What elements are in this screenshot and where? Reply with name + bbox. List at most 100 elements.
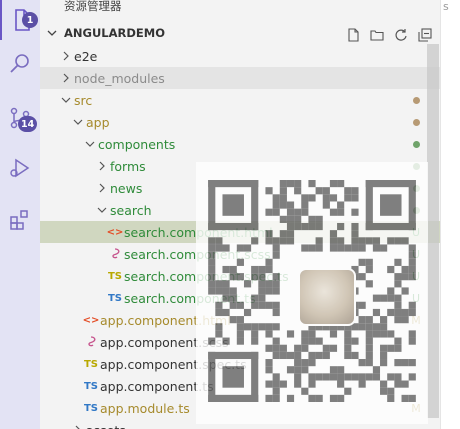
qr-module xyxy=(301,366,309,374)
qr-module xyxy=(365,330,373,338)
qr-module xyxy=(365,258,373,266)
qr-module xyxy=(394,280,402,288)
qr-module xyxy=(279,230,287,238)
tree-item-label: components xyxy=(98,136,176,152)
explorer-activity-button[interactable]: 1 xyxy=(0,0,42,40)
qr-module xyxy=(344,351,352,360)
qr-module xyxy=(243,280,252,288)
qr-module xyxy=(294,222,302,231)
qr-module xyxy=(408,337,416,345)
git-status-dot xyxy=(410,138,422,151)
qr-module xyxy=(344,373,352,381)
qr-module xyxy=(222,308,230,317)
qr-module xyxy=(322,351,330,360)
qr-module xyxy=(337,237,345,245)
tree-folder-row[interactable]: app xyxy=(40,111,440,133)
chevron-down-icon xyxy=(94,205,110,215)
search-activity-button[interactable] xyxy=(0,44,40,84)
qr-module xyxy=(208,280,216,288)
qr-module xyxy=(265,287,273,295)
qr-module xyxy=(286,222,295,231)
qr-module xyxy=(272,237,280,245)
qr-module xyxy=(394,337,402,345)
qr-module xyxy=(351,337,359,345)
search-icon xyxy=(8,52,32,76)
qr-module xyxy=(387,344,395,352)
qr-module xyxy=(380,380,388,388)
qr-module xyxy=(272,387,280,395)
refresh-button[interactable] xyxy=(392,26,410,44)
qr-module xyxy=(358,373,366,381)
qr-module xyxy=(229,273,237,281)
qr-module xyxy=(301,194,309,202)
collapse-all-button[interactable] xyxy=(416,26,434,44)
qr-module xyxy=(294,344,302,352)
qr-module xyxy=(279,194,287,202)
qr-module xyxy=(258,287,266,295)
sidebar-scrollbar[interactable] xyxy=(427,44,439,418)
qr-module xyxy=(329,230,338,238)
qr-module xyxy=(208,222,259,231)
qr-module xyxy=(308,180,316,188)
qr-module xyxy=(301,201,309,209)
qr-module xyxy=(294,208,302,216)
qr-module xyxy=(215,330,223,338)
qr-module xyxy=(315,237,323,245)
qr-module xyxy=(344,187,352,195)
qr-module xyxy=(286,351,295,360)
qr-module xyxy=(272,194,280,202)
qr-module xyxy=(215,308,223,317)
qr-module xyxy=(394,344,402,352)
qr-module xyxy=(365,180,416,188)
qr-module xyxy=(365,344,373,352)
qr-module xyxy=(365,373,373,381)
tree-item-label: app xyxy=(86,114,110,130)
qr-module xyxy=(372,330,381,338)
qr-module xyxy=(337,244,345,252)
qr-module xyxy=(286,215,295,223)
qr-module xyxy=(272,208,280,216)
tree-folder-row[interactable]: e2e xyxy=(40,45,440,67)
qr-module xyxy=(236,244,244,252)
tree-folder-row[interactable]: src xyxy=(40,89,440,111)
tree-folder-row[interactable]: node_modules xyxy=(40,67,440,89)
qr-module xyxy=(243,323,252,331)
qr-module xyxy=(265,258,273,266)
qr-module xyxy=(208,237,216,245)
qr-module xyxy=(344,330,352,338)
qr-module xyxy=(279,215,287,223)
run-debug-activity-button[interactable] xyxy=(0,148,40,188)
qr-module xyxy=(337,201,345,209)
extensions-activity-button[interactable] xyxy=(0,200,40,240)
qr-module xyxy=(365,180,373,231)
tree-folder-row[interactable]: components xyxy=(40,133,440,155)
new-file-button[interactable] xyxy=(344,26,362,44)
qr-module xyxy=(329,344,338,352)
new-folder-button[interactable] xyxy=(368,26,386,44)
qr-module xyxy=(408,244,416,252)
source-control-activity-button[interactable]: 14 xyxy=(0,98,40,138)
qr-module xyxy=(265,237,273,245)
qr-module xyxy=(408,258,416,266)
qr-module xyxy=(394,294,402,302)
qr-module xyxy=(251,301,259,309)
qr-module xyxy=(387,294,395,302)
qr-module xyxy=(351,230,359,238)
qr-module xyxy=(236,301,244,309)
qr-module xyxy=(229,287,237,295)
qr-module xyxy=(380,316,388,324)
qr-module xyxy=(401,237,409,245)
qr-module xyxy=(265,265,273,274)
qr-module xyxy=(272,351,280,360)
qr-module xyxy=(251,265,259,274)
qr-module xyxy=(351,187,359,195)
qr-module xyxy=(308,373,316,381)
qr-module xyxy=(251,337,259,345)
editor-tab-fragment[interactable]: s xyxy=(443,0,449,13)
qr-module xyxy=(272,251,280,259)
qr-module xyxy=(322,187,330,195)
qr-module xyxy=(279,380,287,388)
qr-module xyxy=(294,373,302,381)
qr-module xyxy=(294,359,302,367)
qr-module xyxy=(387,373,395,381)
